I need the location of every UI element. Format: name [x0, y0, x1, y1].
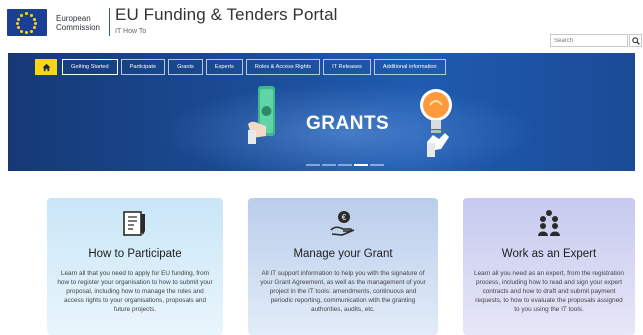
carousel-dot-5[interactable] [370, 164, 384, 166]
home-icon [41, 63, 51, 71]
card-description: Learn all you need as an expert, from th… [474, 270, 624, 313]
carousel-dot-4[interactable] [354, 164, 368, 166]
card-description: All IT support information to help you w… [260, 270, 426, 313]
nav-tab-participate[interactable]: Participate [120, 59, 166, 75]
hand-coin-icon: € [330, 211, 355, 236]
card-description: Learn all that you need to apply for EU … [57, 270, 213, 313]
hero-banner: Getting Started Participate Grants Exper… [8, 53, 635, 171]
carousel-dot-3[interactable] [338, 164, 352, 166]
card-icon-wrap: € [248, 208, 438, 240]
card-work-as-an-expert[interactable]: Work as an Expert Learn all you need as … [463, 198, 635, 335]
card-icon-wrap [47, 208, 223, 240]
nav-tab-grants[interactable]: Grants [168, 59, 203, 75]
search-input[interactable] [550, 34, 628, 47]
money-hand-icon [248, 86, 275, 144]
eu-flag-logo[interactable] [7, 9, 47, 36]
card-how-to-participate[interactable]: How to Participate Learn all that you ne… [47, 198, 223, 335]
nav-tab-experts[interactable]: Experts [205, 59, 243, 75]
card-icon-wrap [463, 208, 635, 240]
card-title: How to Participate [88, 248, 182, 260]
svg-text:€: € [342, 213, 347, 222]
carousel-dot-2[interactable] [322, 164, 336, 166]
banner-title: GRANTS [306, 113, 390, 134]
nav-tab-getting-started[interactable]: Getting Started [62, 59, 118, 75]
lightbulb-icon [420, 89, 452, 157]
commission-logo-text: European Commission [56, 14, 100, 32]
portal-title[interactable]: EU Funding & Tenders Portal [115, 5, 338, 25]
logo-text-line1: European [56, 14, 91, 23]
card-title: Work as an Expert [501, 248, 597, 260]
expert-group-icon [538, 210, 560, 236]
portal-subtitle: IT How To [115, 28, 147, 35]
nav-tab-it-releases[interactable]: IT Releases [323, 59, 371, 75]
nav-home-button[interactable] [35, 59, 57, 75]
logo-divider [109, 8, 110, 36]
card-manage-your-grant[interactable]: € Manage your Grant All IT support infor… [248, 198, 438, 335]
main-navigation: Getting Started Participate Grants Exper… [35, 59, 449, 75]
card-title: Manage your Grant [293, 248, 393, 260]
search-icon [631, 37, 640, 45]
logo-text-line2: Commission [56, 23, 101, 32]
carousel-dot-1[interactable] [306, 164, 320, 166]
nav-tab-roles-access-rights[interactable]: Roles & Access Rights [245, 59, 321, 75]
search-button[interactable] [629, 34, 642, 47]
carousel-indicators [306, 164, 386, 166]
document-pencil-icon [123, 211, 145, 236]
site-header: European Commission EU Funding & Tenders… [0, 0, 643, 52]
nav-tab-additional-information[interactable]: Additional information [373, 59, 446, 75]
